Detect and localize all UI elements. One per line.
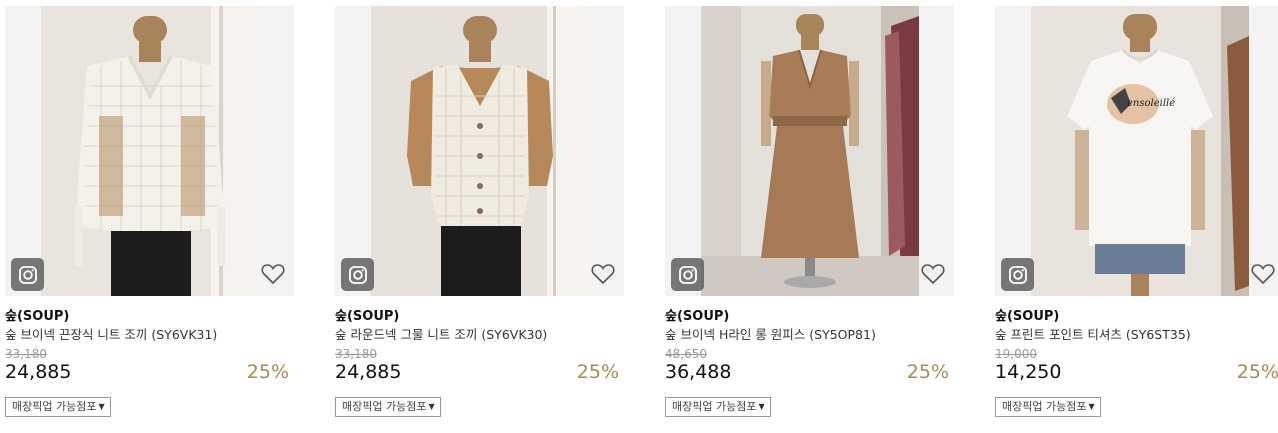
discount-rate: 25% (246, 361, 289, 383)
product-card[interactable]: ensoleillé 숲(SOUP) 숲 프린트 포인트 티셔츠 (SY6ST3… (995, 0, 1278, 433)
heart-icon[interactable] (1250, 262, 1276, 286)
original-price: 33,180 (5, 347, 47, 361)
original-price: 48,650 (665, 347, 707, 361)
instagram-button[interactable] (341, 258, 374, 291)
discount-rate: 25% (906, 361, 949, 383)
sale-price: 36,488 (665, 361, 732, 383)
instagram-button[interactable] (671, 258, 704, 291)
store-pickup-label: 매장픽업 가능점포 (342, 400, 427, 413)
chevron-down-icon: ▼ (1088, 402, 1095, 411)
store-pickup-dropdown[interactable]: 매장픽업 가능점포 ▼ (335, 397, 441, 417)
chevron-down-icon: ▼ (428, 402, 435, 411)
product-brand[interactable]: 숲(SOUP) (665, 305, 729, 324)
product-thumbnail[interactable] (335, 6, 624, 296)
instagram-button[interactable] (1001, 258, 1034, 291)
product-name[interactable]: 숲 라운드넥 그물 니트 조끼 (SY6VK30) (335, 324, 547, 343)
instagram-icon (678, 265, 697, 284)
product-thumbnail[interactable] (5, 6, 294, 296)
heart-icon[interactable] (590, 262, 616, 286)
heart-icon[interactable] (920, 262, 946, 286)
store-pickup-label: 매장픽업 가능점포 (1002, 400, 1087, 413)
product-image[interactable] (41, 6, 259, 296)
sale-price: 24,885 (335, 361, 402, 383)
chevron-down-icon: ▼ (758, 402, 765, 411)
original-price: 33,180 (335, 347, 377, 361)
product-thumbnail[interactable]: ensoleillé (995, 6, 1278, 296)
discount-rate: 25% (576, 361, 619, 383)
product-name[interactable]: 숲 프린트 포인트 티셔츠 (SY6ST35) (995, 324, 1191, 343)
store-pickup-label: 매장픽업 가능점포 (12, 400, 97, 413)
product-grid: 숲(SOUP) 숲 브이넥 끈장식 니트 조끼 (SY6VK31) 33,180… (0, 0, 1278, 433)
product-brand[interactable]: 숲(SOUP) (995, 305, 1059, 324)
original-price: 19,000 (995, 347, 1037, 361)
instagram-icon (18, 265, 37, 284)
product-name[interactable]: 숲 브이넥 H라인 롱 원피스 (SY5OP81) (665, 324, 876, 343)
sale-price: 14,250 (995, 361, 1062, 383)
instagram-button[interactable] (11, 258, 44, 291)
store-pickup-dropdown[interactable]: 매장픽업 가능점포 ▼ (5, 397, 111, 417)
chevron-down-icon: ▼ (98, 402, 105, 411)
product-thumbnail[interactable] (665, 6, 954, 296)
product-brand[interactable]: 숲(SOUP) (5, 305, 69, 324)
product-name[interactable]: 숲 브이넥 끈장식 니트 조끼 (SY6VK31) (5, 324, 217, 343)
sale-price: 24,885 (5, 361, 72, 383)
instagram-icon (1008, 265, 1027, 284)
product-brand[interactable]: 숲(SOUP) (335, 305, 399, 324)
store-pickup-dropdown[interactable]: 매장픽업 가능점포 ▼ (665, 397, 771, 417)
product-card[interactable]: 숲(SOUP) 숲 브이넥 H라인 롱 원피스 (SY5OP81) 48,650… (665, 0, 960, 433)
product-image[interactable] (701, 6, 919, 296)
heart-icon[interactable] (260, 262, 286, 286)
product-card[interactable]: 숲(SOUP) 숲 브이넥 끈장식 니트 조끼 (SY6VK31) 33,180… (5, 0, 300, 433)
instagram-icon (348, 265, 367, 284)
product-image[interactable] (371, 6, 589, 296)
product-image[interactable]: ensoleillé (1031, 6, 1249, 296)
discount-rate: 25% (1236, 361, 1278, 383)
store-pickup-dropdown[interactable]: 매장픽업 가능점포 ▼ (995, 397, 1101, 417)
print-text: ensoleillé (1127, 98, 1175, 109)
product-card[interactable]: 숲(SOUP) 숲 라운드넥 그물 니트 조끼 (SY6VK30) 33,180… (335, 0, 630, 433)
store-pickup-label: 매장픽업 가능점포 (672, 400, 757, 413)
